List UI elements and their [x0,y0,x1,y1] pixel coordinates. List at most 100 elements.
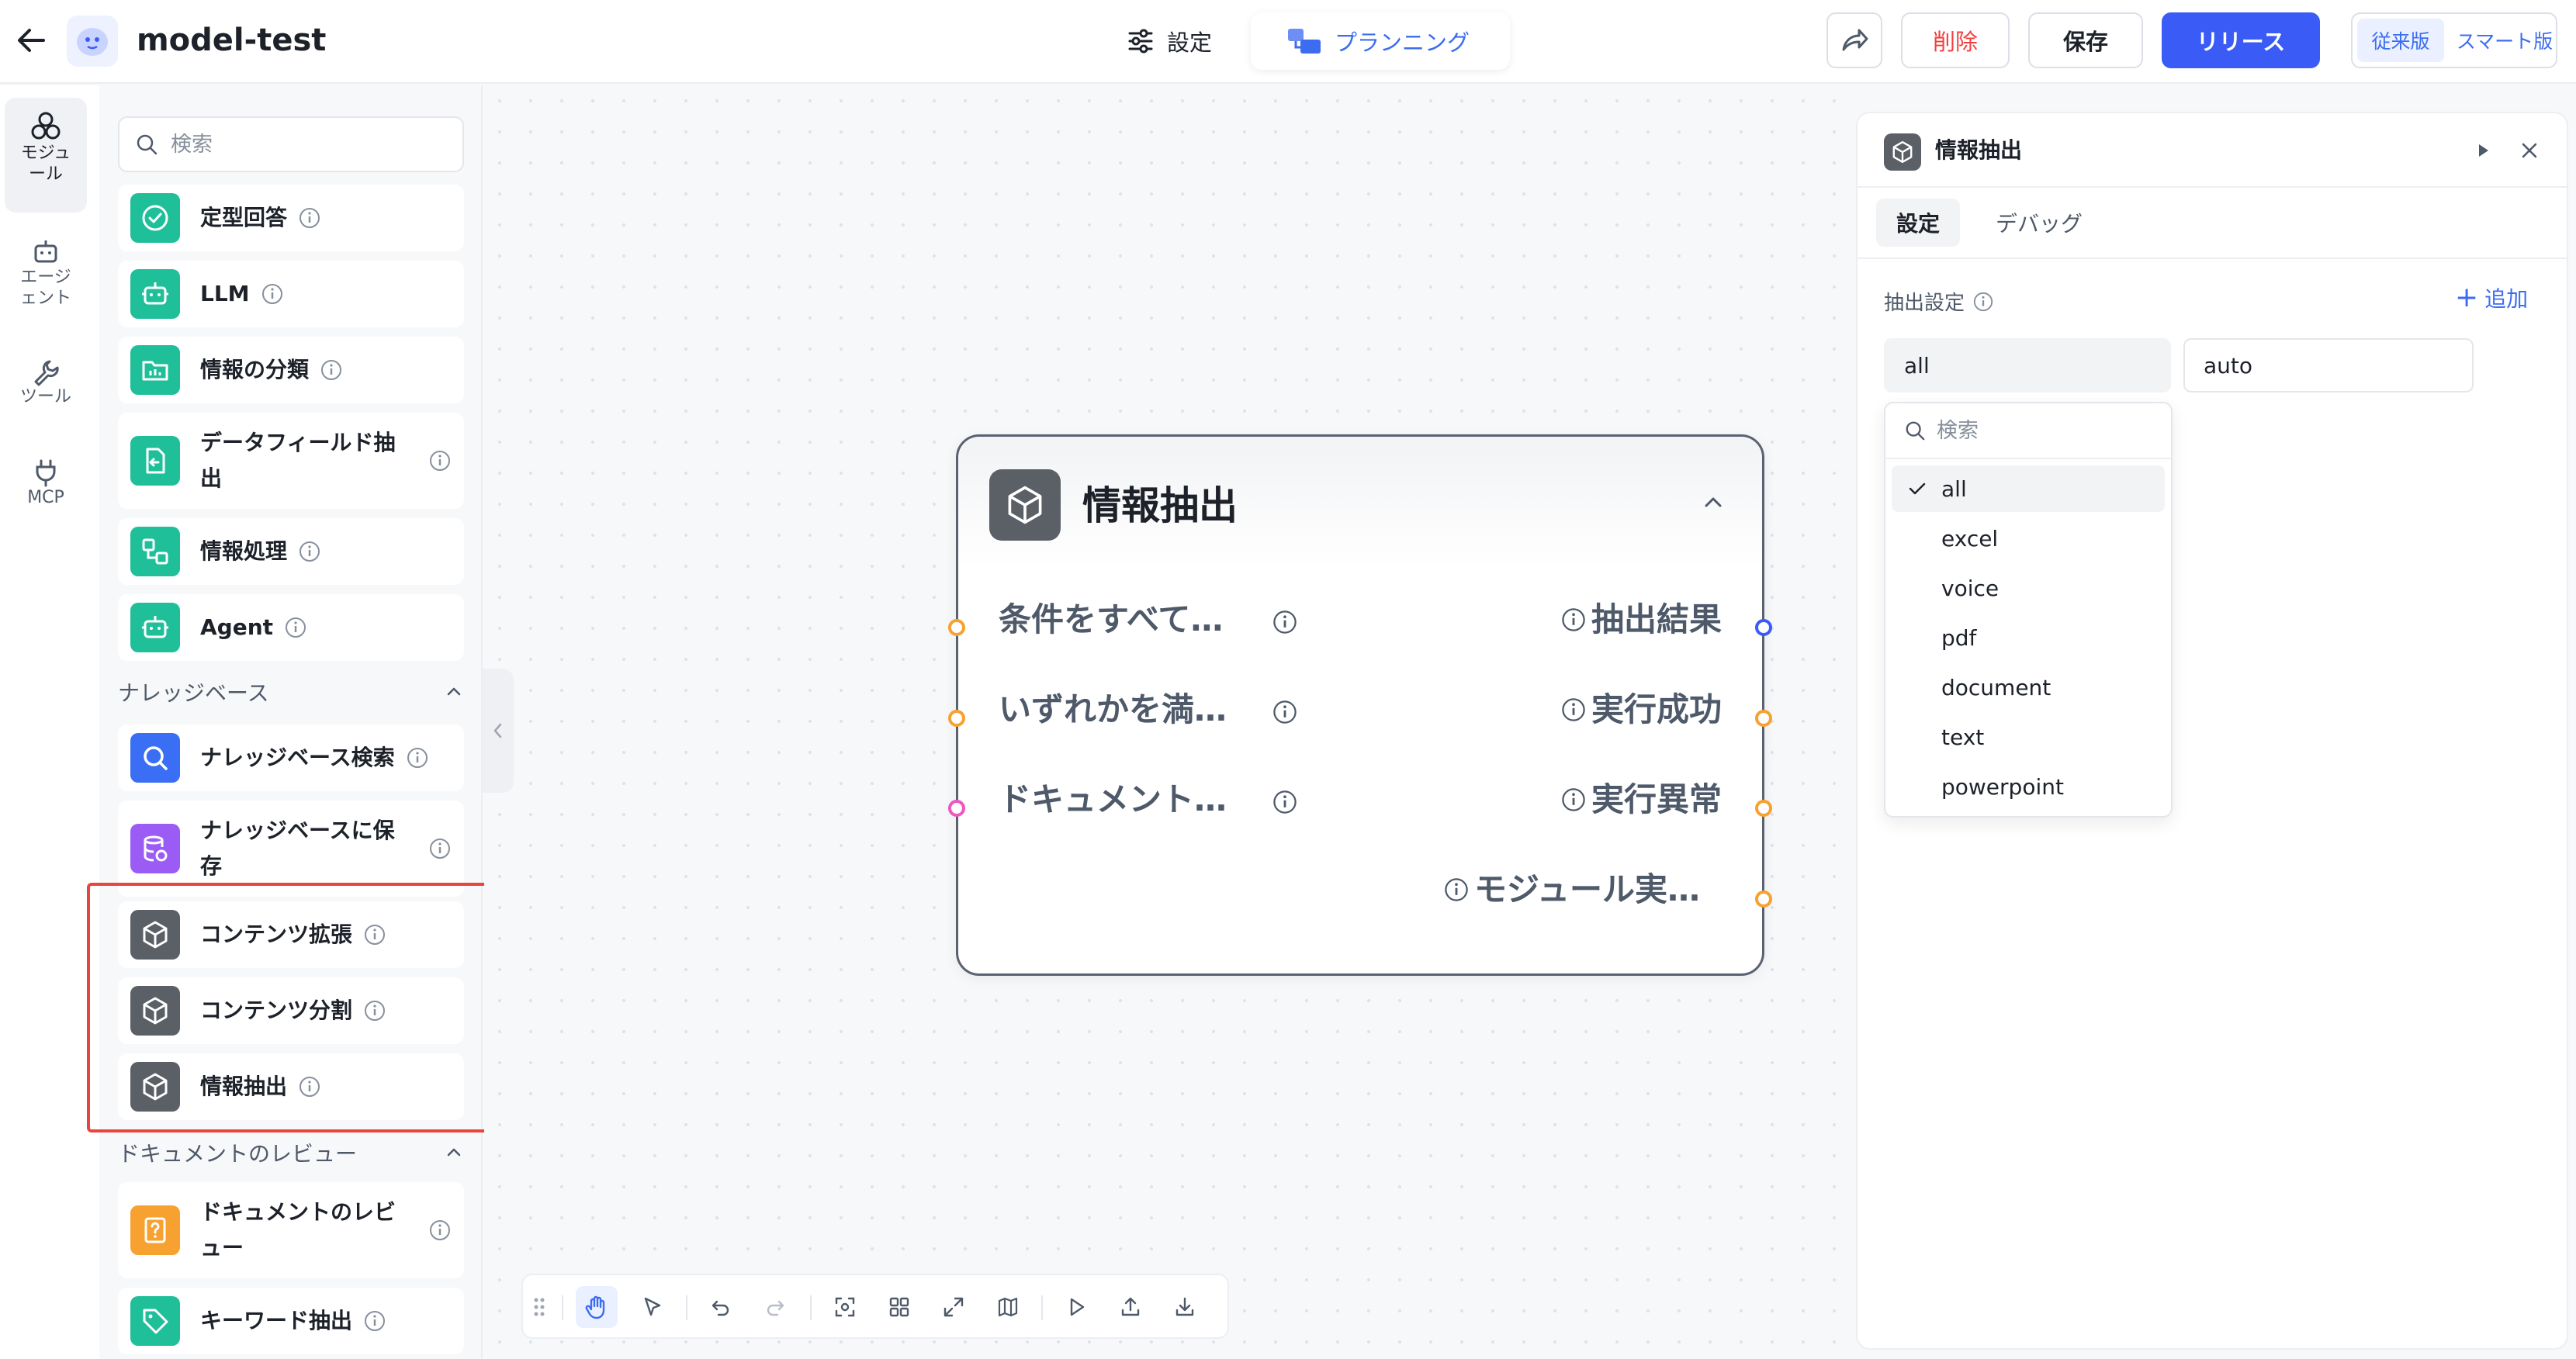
info-icon[interactable] [284,616,307,639]
dropdown-option-voice[interactable]: voice [1892,565,2165,611]
info-icon[interactable] [1272,789,1298,815]
info-icon[interactable] [363,1309,386,1333]
fit-view-button[interactable] [933,1286,975,1328]
highlight-frame [87,883,490,1132]
info-icon[interactable] [1560,787,1587,813]
tab-planning[interactable]: プランニング [1251,12,1510,70]
module-item-document-review[interactable]: ドキュメントのレビュー [118,1182,464,1278]
play-icon[interactable] [2474,141,2492,160]
info-icon[interactable] [298,540,321,563]
module-item-llm[interactable]: LLM [118,261,464,327]
module-label: 情報処理 [200,538,288,564]
pointer-tool-button[interactable] [632,1286,673,1328]
rail-item-module[interactable]: モジュール [5,98,87,213]
search-icon [137,134,158,155]
module-item-keyword-extraction[interactable]: キーワード抽出 [118,1288,464,1354]
module-search-box[interactable] [118,116,464,172]
dropdown-option-all[interactable]: all [1892,465,2165,512]
node-config-panel: 情報抽出 設定 デバッグ 抽出設定 + 追加 all auto all exce… [1856,112,2568,1350]
chevron-up-icon [447,687,461,696]
workflow-node-info-extraction[interactable]: 情報抽出 条件をすべて… いずれかを満… ドキュメント… 抽出結果 実行成功 実… [948,434,1772,976]
module-item-data-field-extraction[interactable]: データフィールド抽出 [118,413,464,509]
info-icon[interactable] [406,746,429,769]
undo-button[interactable] [700,1286,742,1328]
tab-debug[interactable]: デバッグ [1985,199,2093,247]
file-type-select[interactable]: all [1884,338,2171,392]
version-classic-option[interactable]: 従来版 [2357,19,2444,62]
info-icon[interactable] [298,206,321,230]
add-button[interactable]: + 追加 [2455,282,2528,313]
panel-header: 情報抽出 [1858,113,2567,188]
minimap-button[interactable] [987,1286,1029,1328]
save-button[interactable]: 保存 [2028,12,2143,68]
run-button[interactable] [1055,1286,1097,1328]
module-item-agent[interactable]: Agent [118,594,464,661]
node-input-port[interactable] [948,710,965,727]
focus-button[interactable] [824,1286,866,1328]
node-output-port[interactable] [1755,710,1772,727]
dropdown-option-pdf[interactable]: pdf [1892,614,2165,661]
panel-collapse-handle[interactable] [483,669,514,793]
dropdown-search[interactable] [1885,403,2171,459]
info-icon[interactable] [1272,699,1298,725]
node-output-port[interactable] [1755,800,1772,817]
drag-handle-icon[interactable] [528,1286,551,1328]
node-input-port[interactable] [948,800,965,817]
dropdown-option-text[interactable]: text [1892,714,2165,760]
hand-icon [585,1295,605,1319]
info-icon[interactable] [428,449,452,472]
info-icon[interactable] [428,1219,452,1242]
plug-icon [36,459,56,487]
folder-chart-icon [130,345,180,395]
info-icon[interactable] [1443,877,1470,903]
info-icon[interactable] [428,837,452,860]
module-item-kb-search[interactable]: ナレッジベース検索 [118,724,464,791]
release-button[interactable]: リリース [2162,12,2320,68]
grid-icon [889,1297,909,1317]
node-output-port[interactable] [1755,890,1772,908]
chevron-up-icon [447,1148,461,1157]
node-output-port[interactable] [1755,619,1772,636]
section-header-knowledge-base[interactable]: ナレッジベース [118,669,464,715]
info-icon[interactable] [320,358,343,382]
robot-icon [130,603,180,652]
share-button[interactable] [1826,12,1882,68]
section-header-document-review[interactable]: ドキュメントのレビュー [118,1129,464,1176]
hand-tool-button[interactable] [576,1286,618,1328]
dropdown-option-powerpoint[interactable]: powerpoint [1892,763,2165,810]
tab-config[interactable]: 設定 [1876,199,1960,247]
layout-button[interactable] [878,1286,920,1328]
node-output-label: 実行成功 [1591,690,1722,728]
chevron-up-icon[interactable] [1700,489,1726,516]
robot-icon [34,240,57,263]
tab-settings[interactable]: 設定 [1110,12,1265,70]
dropdown-option-excel[interactable]: excel [1892,515,2165,562]
info-icon[interactable] [1560,607,1587,633]
info-icon[interactable] [1272,609,1298,635]
module-search-input[interactable] [171,132,450,157]
module-label: ナレッジベース検索 [200,745,395,770]
delete-button[interactable]: 削除 [1901,12,2010,68]
rail-item-mcp[interactable]: MCP [5,458,87,527]
export-button[interactable] [1110,1286,1151,1328]
module-item-classification[interactable]: 情報の分類 [118,337,464,403]
toolbar-divider [810,1295,812,1320]
dropdown-option-document[interactable]: document [1892,664,2165,711]
rail-item-agent[interactable]: エージェント [5,237,87,323]
version-smart-option[interactable]: スマート版 [2455,19,2554,62]
info-icon[interactable] [1972,291,1994,313]
redo-button[interactable] [754,1286,796,1328]
info-icon[interactable] [261,282,284,306]
rail-item-tool[interactable]: ツール [5,357,87,427]
import-button[interactable] [1164,1286,1206,1328]
dropdown-search-input[interactable] [1937,418,2154,443]
close-icon[interactable] [2517,138,2542,163]
info-icon[interactable] [1560,697,1587,723]
mode-select[interactable]: auto [2183,338,2474,392]
toolbar-divider [686,1295,687,1320]
module-item-fixed-answer[interactable]: 定型回答 [118,185,464,251]
back-arrow-icon[interactable] [14,23,48,57]
toolbar-divider [562,1295,563,1320]
module-item-info-processing[interactable]: 情報処理 [118,518,464,585]
node-input-port[interactable] [948,619,965,636]
